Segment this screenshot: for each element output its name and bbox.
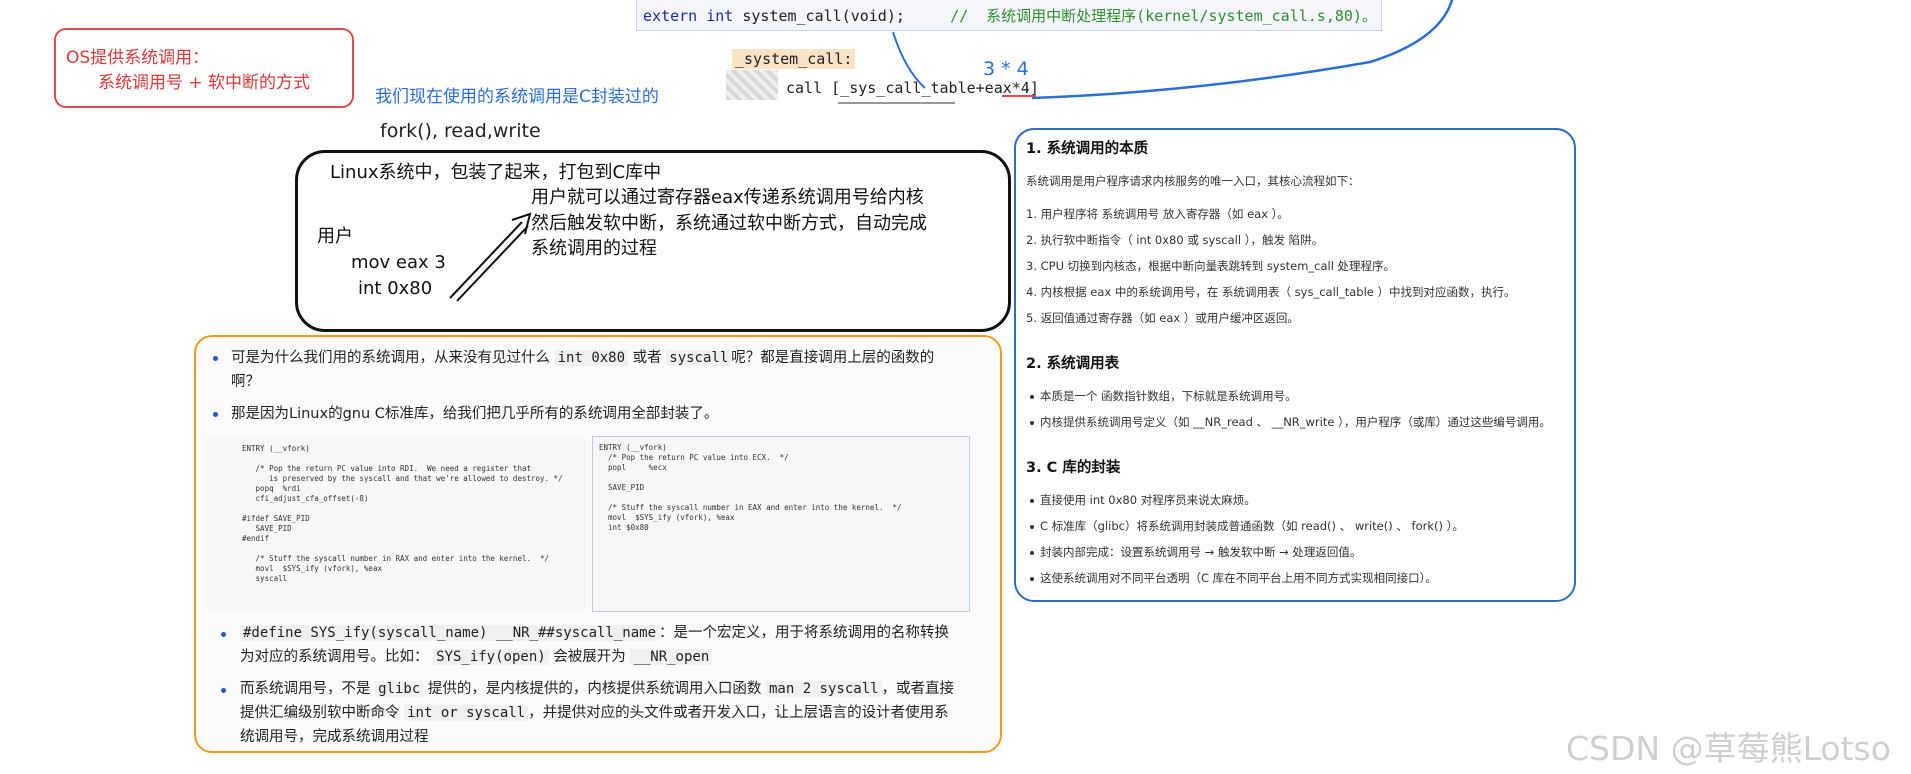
system-call-label: _system_call: [732, 49, 856, 69]
system-call-instruction: call [_sys_call_table+eax*4] [786, 79, 1039, 97]
vfork-x86-64-screenshot: ENTRY (__vfork) /* Pop the return PC val… [204, 436, 586, 610]
bullet-dot [1030, 421, 1034, 425]
bullet-dot [213, 412, 218, 417]
int-0x80-note: int 0x80 [358, 278, 433, 299]
bullet-dot [1030, 525, 1034, 529]
bullet-dot [213, 356, 218, 361]
bullet-dot [1030, 551, 1034, 555]
system-call-decl: system_call(void); [733, 7, 905, 25]
fork-read-write-note: fork(), read,write [380, 120, 541, 142]
black-box-line3: 系统调用的过程 [531, 238, 657, 259]
section2-title: 2. 系统调用表 [1026, 356, 1120, 372]
bullet-sys-ify: #define SYS_ify(syscall_name) __NR_##sys… [240, 625, 950, 665]
blue-note: 我们现在使用的系统调用是C封装过的 [375, 87, 659, 107]
section3-item: 直接使用 int 0x80 对程序员来说太麻烦。 [1040, 493, 1256, 507]
bullet-dot [221, 688, 226, 693]
section1-item: 2. 执行软中断指令（ int 0x80 或 syscall ），触发 陷阱。 [1026, 233, 1324, 247]
section1-intro: 系统调用是用户程序请求内核服务的唯一入口，其核心流程如下： [1026, 174, 1360, 188]
section2-item: 内核提供系统调用号定义（如 __NR_read 、 __NR_write ），用… [1040, 415, 1551, 429]
section2-item: 本质是一个 函数指针数组，下标就是系统调用号。 [1040, 389, 1297, 403]
blurred-code [726, 70, 778, 100]
bullet-kernel-provides: 而系统调用号，不是 glibc 提供的，是内核提供的，内核提供系统调用入口函数 … [240, 681, 955, 745]
section1-item: 5. 返回值通过寄存器（如 eax ）或用户缓冲区返回。 [1026, 311, 1299, 325]
bullet-dot [1030, 395, 1034, 399]
vfork-x86-64-code: ENTRY (__vfork) /* Pop the return PC val… [242, 444, 563, 583]
vfork-i386-screenshot: ENTRY (__vfork) /* Pop the return PC val… [592, 436, 970, 612]
multiplier-note: 3 * 4 [983, 58, 1029, 80]
mov-eax-note: mov eax 3 [351, 252, 446, 273]
bullet-glibc-wraps: 那是因为Linux的gnu C标准库，给我们把几乎所有的系统调用全部封装了。 [231, 406, 719, 422]
section3-item: 封装内部完成：设置系统调用号 → 触发软中断 → 处理返回值。 [1040, 545, 1362, 559]
user-label: 用户 [317, 226, 353, 247]
section1-item: 3. CPU 切换到内核态，根据中断向量表跳转到 system_call 处理程… [1026, 259, 1396, 273]
black-box-title: Linux系统中，包装了起来，打包到C库中 [330, 162, 662, 183]
section1-title: 1. 系统调用的本质 [1026, 141, 1149, 157]
bullet-why-no-int80: 可是为什么我们用的系统调用，从来没有见过什么 int 0x80 或者 sysca… [231, 350, 935, 390]
black-box-line1: 用户就可以通过寄存器eax传递系统调用号给内核 [531, 187, 924, 208]
watermark: CSDN @草莓熊Lotso [1566, 729, 1891, 768]
bullet-dot [1030, 499, 1034, 503]
top-code-snippet: extern int system_call(void); // 系统调用中断处… [636, 0, 1382, 31]
section3-item: 这使系统调用对不同平台透明（C 库在不同平台上用不同方式实现相同接口）。 [1040, 571, 1437, 585]
red-note-line2: 系统调用号 + 软中断的方式 [98, 73, 311, 93]
section1-item: 1. 用户程序将 系统调用号 放入寄存器（如 eax ）。 [1026, 207, 1289, 221]
bullet-dot [221, 632, 226, 637]
extern-keyword: extern int [643, 7, 734, 25]
black-box-line2: 然后触发软中断，系统通过软中断方式，自动完成 [531, 213, 927, 234]
section3-title: 3. C 库的封装 [1026, 460, 1121, 476]
section1-item: 4. 内核根据 eax 中的系统调用号，在 系统调用表（ sys_call_ta… [1026, 285, 1516, 299]
code-comment: // 系统调用中断处理程序(kernel/system_call.s,80)。 [950, 7, 1377, 25]
red-note-line1: OS提供系统调用： [66, 48, 210, 68]
vfork-i386-code: ENTRY (__vfork) /* Pop the return PC val… [599, 443, 902, 532]
bullet-dot [1030, 577, 1034, 581]
section3-item: C 标准库（glibc）将系统调用封装成普通函数（如 read() 、 writ… [1040, 519, 1464, 533]
